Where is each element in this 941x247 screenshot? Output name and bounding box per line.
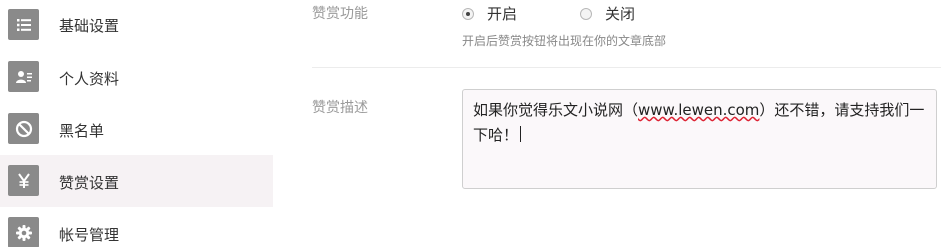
radio-enable-indicator[interactable] (462, 7, 474, 20)
description-text-before: 如果你觉得乐文小说网（ (473, 101, 639, 119)
gear-icon (8, 217, 39, 247)
sidebar-item-label: 黑名单 (59, 122, 105, 140)
sidebar-item-reward-settings[interactable]: 赞赏设置 (0, 155, 273, 207)
description-link-text: www.lewen.com (638, 101, 760, 119)
sidebar-item-label: 帐号管理 (59, 226, 120, 244)
radio-enable-label: 开启 (487, 5, 518, 23)
blocked-icon (8, 113, 39, 144)
reward-toggle-label: 赞赏功能 (312, 6, 368, 22)
sidebar: 基础设置 个人资料 黑名单 赞赏设置 帐号管理 (0, 0, 273, 247)
sidebar-item-label: 基础设置 (59, 17, 120, 35)
reward-description-label: 赞赏描述 (312, 100, 368, 116)
profile-card-icon (8, 61, 39, 92)
section-divider (312, 67, 941, 68)
sidebar-item-account[interactable]: 帐号管理 (0, 207, 273, 247)
radio-enable[interactable]: 开启 (462, 3, 517, 24)
reward-description-textarea[interactable]: 如果你觉得乐文小说网（www.lewen.com）还不错，请支持我们一下哈！ (462, 89, 937, 189)
yen-icon (8, 165, 39, 196)
text-caret (520, 126, 522, 142)
sidebar-item-basic-settings[interactable]: 基础设置 (0, 0, 273, 48)
radio-disable-label: 关闭 (605, 5, 636, 23)
sidebar-item-profile[interactable]: 个人资料 (0, 51, 273, 103)
reward-hint-text: 开启后赞赏按钮将出现在你的文章底部 (462, 34, 667, 48)
radio-disable[interactable]: 关闭 (580, 3, 635, 24)
list-icon (8, 9, 39, 40)
sidebar-item-label: 个人资料 (59, 70, 120, 88)
sidebar-item-label: 赞赏设置 (59, 174, 120, 192)
sidebar-item-blacklist[interactable]: 黑名单 (0, 103, 273, 155)
radio-disable-indicator[interactable] (580, 7, 592, 20)
